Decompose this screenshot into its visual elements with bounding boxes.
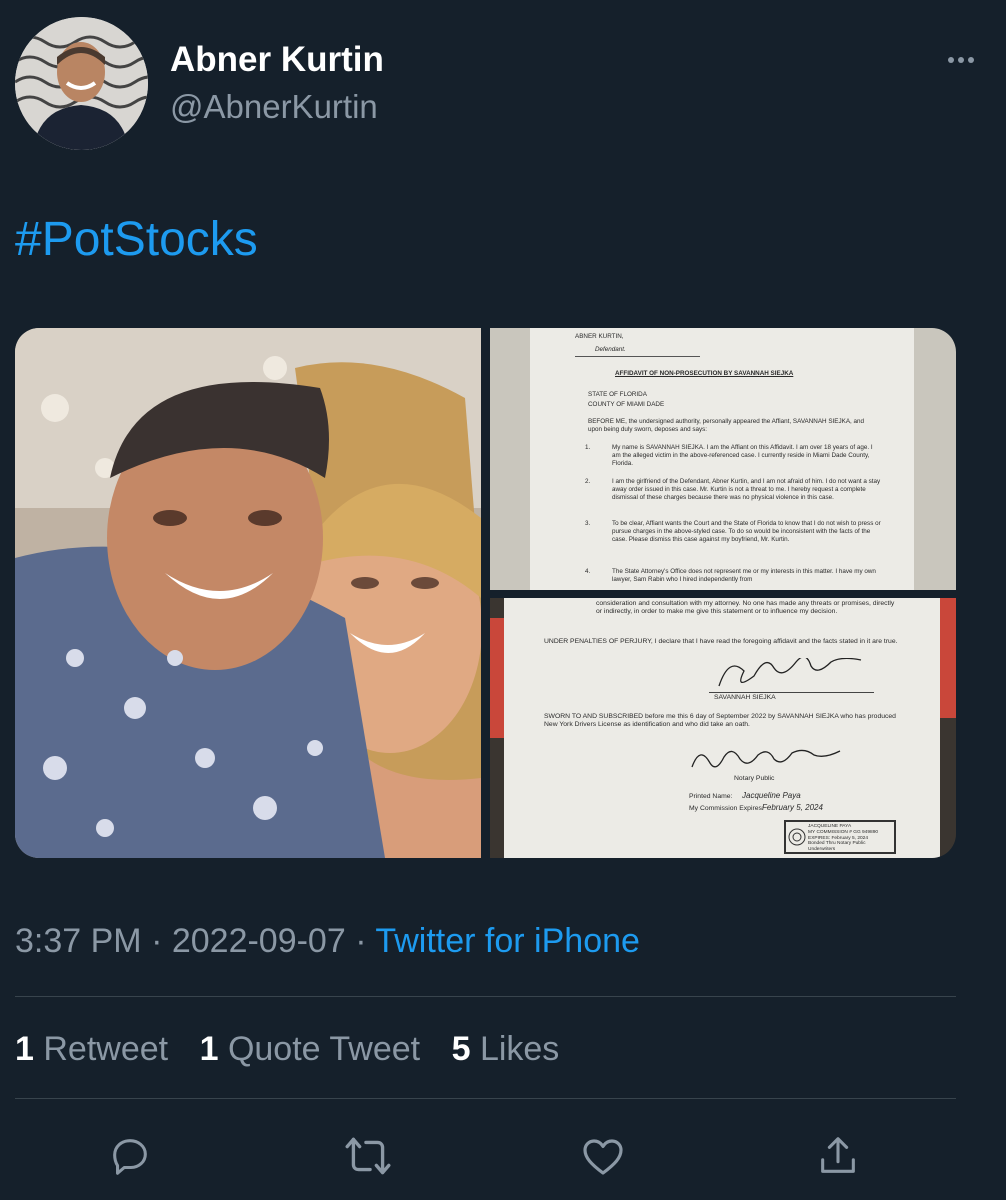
like-icon [583, 1139, 623, 1175]
more-options-button[interactable] [931, 45, 991, 75]
avatar-image [15, 17, 148, 150]
signer-name: SAVANNAH SIEJKA [714, 694, 776, 701]
continued-text: consideration and consultation with my a… [596, 600, 895, 616]
affidavit-page-2-photo[interactable]: consideration and consultation with my a… [490, 598, 956, 858]
tweet-source-link[interactable]: Twitter for iPhone [375, 922, 640, 960]
notary-role: Notary Public [734, 775, 775, 782]
retweets-label: Retweet [43, 1030, 169, 1068]
sworn-text: SWORN TO AND SUBSCRIBED before me this 6… [544, 713, 896, 729]
commission-label: My Commission Expires: [689, 805, 764, 812]
retweet-icon [345, 1137, 391, 1175]
tweet-media-grid: ABNER KURTIN, Defendant. AFFIDAVIT OF NO… [15, 328, 956, 858]
affidavit-intro: BEFORE ME, the undersigned authority, pe… [588, 418, 865, 433]
likes-stat[interactable]: 5 Likes [452, 1030, 560, 1068]
reply-button[interactable] [102, 1128, 158, 1184]
notary-signature-image [691, 749, 841, 768]
affidavit-item: My name is SAVANNAH SIEJKA. I am the Aff… [612, 444, 873, 467]
more-icon [946, 57, 976, 63]
affidavit-page-1-photo[interactable]: ABNER KURTIN, Defendant. AFFIDAVIT OF NO… [490, 328, 956, 590]
tweet-timestamp[interactable]: 3:37 PM · 2022-09-07 · [15, 922, 375, 960]
tweet-stats: 1 Retweet 1 Quote Tweet 5 Likes [15, 1030, 581, 1069]
selfie-image [15, 328, 482, 858]
affidavit-page-1: ABNER KURTIN, Defendant. AFFIDAVIT OF NO… [530, 328, 914, 590]
notary-seal: JACQUELINE PAYA MY COMMISSION # GG 94989… [784, 820, 896, 854]
selfie-photo[interactable] [15, 328, 482, 858]
perjury-text: UNDER PENALTIES OF PERJURY, I declare th… [544, 638, 898, 645]
caption-role: Defendant. [595, 346, 626, 353]
divider [15, 1098, 956, 1099]
commission-date: February 5, 2024 [762, 803, 823, 812]
tweet-meta: 3:37 PM · 2022-09-07 · Twitter for iPhon… [15, 922, 640, 961]
tweet-text-hashtag[interactable]: #PotStocks [15, 212, 258, 267]
retweets-stat[interactable]: 1 Retweet [15, 1030, 168, 1068]
printed-name-label: Printed Name: [689, 793, 733, 800]
retweets-count: 1 [15, 1030, 34, 1068]
affidavit-item: I am the girlfriend of the Defendant, Ab… [612, 478, 881, 501]
author-name[interactable]: Abner Kurtin [170, 40, 384, 80]
affidavit-title: AFFIDAVIT OF NON-PROSECUTION BY SAVANNAH… [615, 370, 794, 377]
county-line: COUNTY OF MIAMI DADE [588, 401, 665, 408]
divider [15, 996, 956, 997]
avatar[interactable] [15, 17, 148, 150]
affidavit-page-2: consideration and consultation with my a… [504, 598, 940, 858]
quotes-label: Quote Tweet [227, 1030, 421, 1068]
likes-count: 5 [451, 1030, 471, 1068]
printed-name: Jacqueline Paya [742, 791, 801, 800]
signature-image [718, 658, 862, 687]
quote-tweets-stat[interactable]: 1 Quote Tweet [200, 1030, 421, 1068]
quotes-count: 1 [199, 1030, 219, 1068]
affidavit-item: The State Attorney's Office does not rep… [612, 568, 876, 583]
seal-emblem-icon [788, 828, 806, 846]
caption-line [575, 356, 700, 357]
tweet-header: Abner Kurtin @AbnerKurtin [15, 15, 991, 150]
like-button[interactable] [575, 1128, 631, 1184]
share-icon [821, 1137, 855, 1173]
state-line: STATE OF FLORIDA [588, 391, 647, 398]
affidavit-item: To be clear, Affiant wants the Court and… [612, 520, 881, 543]
tweet-actions [0, 1120, 1006, 1190]
caption-name: ABNER KURTIN, [575, 333, 624, 340]
reply-icon [113, 1139, 147, 1175]
author-handle[interactable]: @AbnerKurtin [170, 88, 378, 126]
likes-label: Likes [479, 1030, 560, 1068]
share-button[interactable] [810, 1128, 866, 1184]
retweet-button[interactable] [340, 1128, 396, 1184]
